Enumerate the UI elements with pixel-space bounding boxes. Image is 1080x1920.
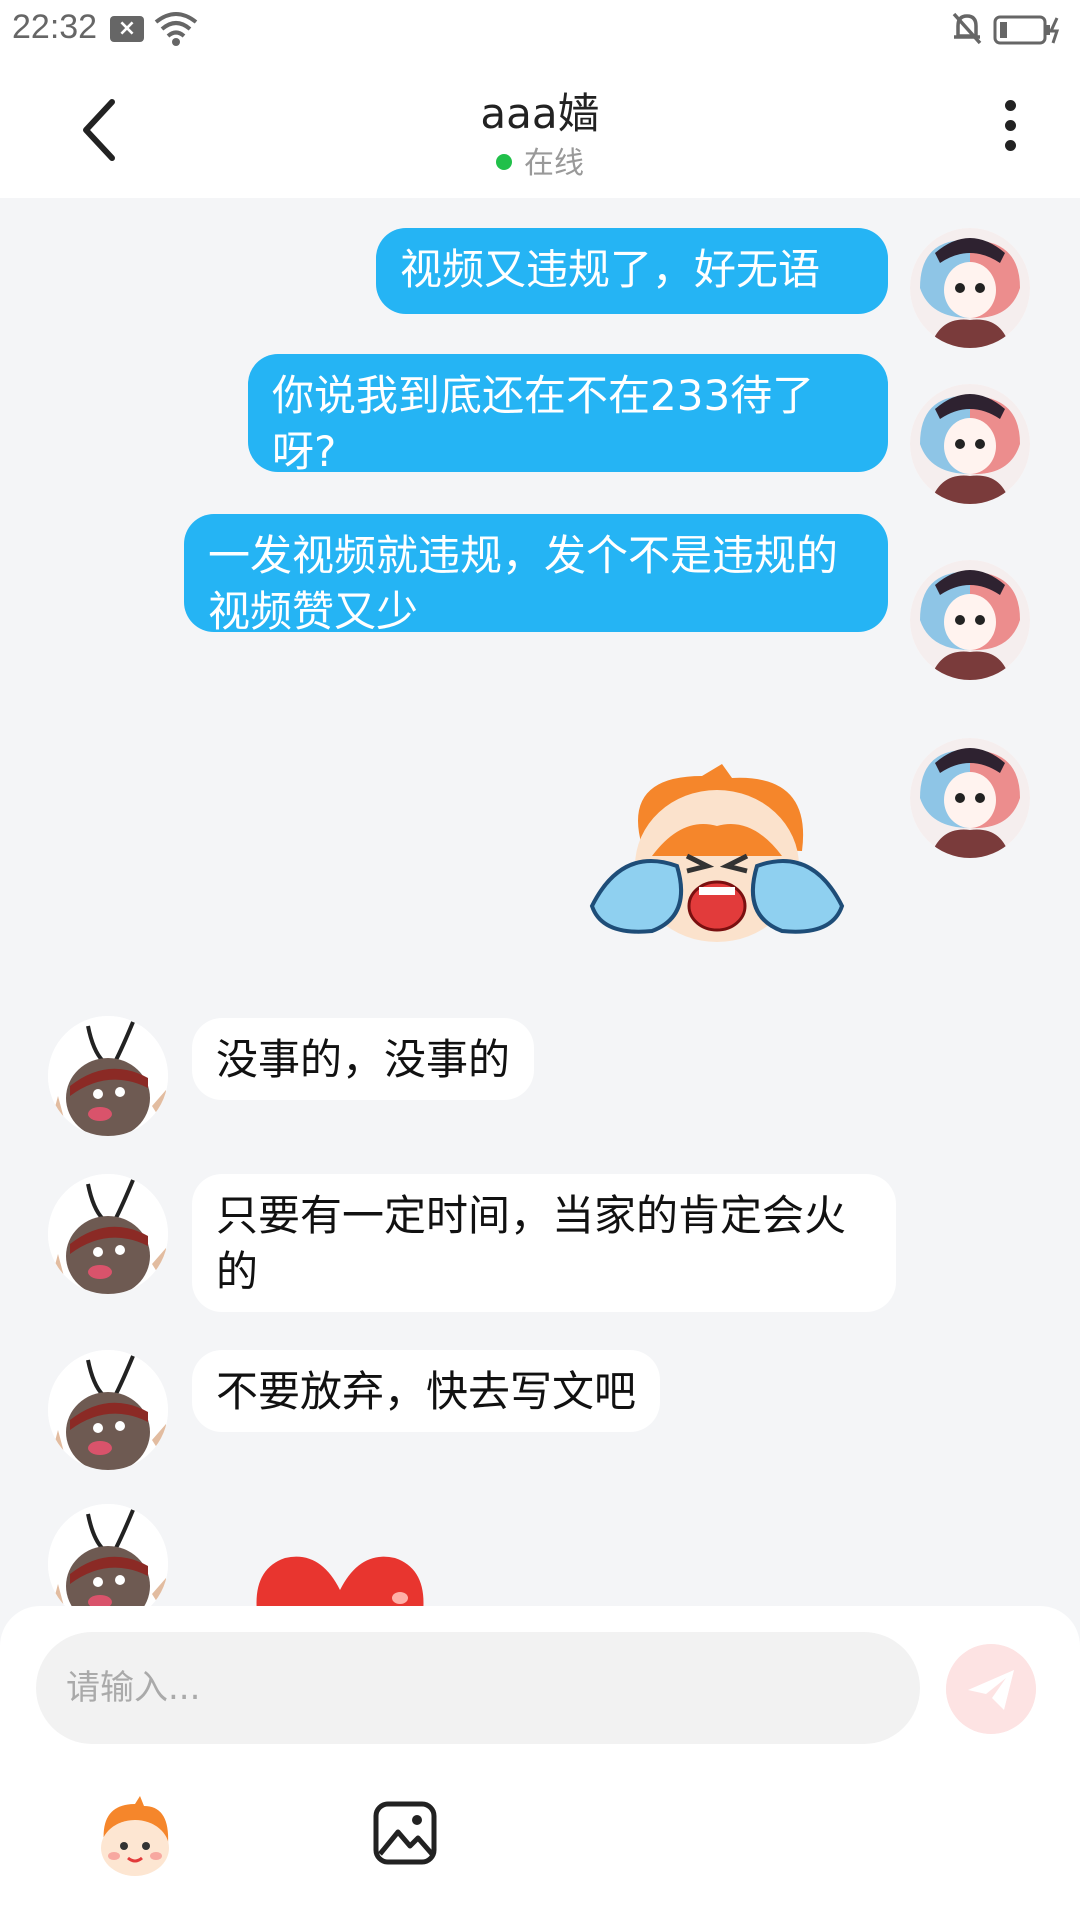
my-avatar[interactable] (910, 560, 1030, 680)
notification-icon: × (110, 16, 144, 42)
message-list: 视频又违规了，好无语 你说我到底还在不在233待了呀? 一发视频就违规，发个不是… (0, 198, 1080, 1606)
crying-sticker[interactable] (582, 756, 852, 956)
contact-name: aaa嫱 (480, 89, 600, 138)
online-dot-icon (496, 154, 512, 170)
online-status-label: 在线 (524, 146, 584, 181)
message-bubble-sent[interactable]: 一发视频就违规，发个不是违规的视频赞又少 (184, 514, 888, 636)
contact-avatar[interactable] (48, 1350, 168, 1470)
image-picker-icon[interactable] (372, 1800, 438, 1866)
heart-sticker[interactable] (250, 1550, 430, 1606)
composer-bar (0, 1606, 1080, 1920)
status-bar: 22:32 × (0, 0, 1080, 58)
message-bubble-sent[interactable]: 你说我到底还在不在233待了呀? (248, 354, 888, 476)
message-bubble-received[interactable]: 只要有一定时间，当家的肯定会火的 (192, 1174, 896, 1312)
more-options-button[interactable] (990, 94, 1030, 164)
wifi-icon (154, 12, 198, 46)
my-avatar[interactable] (910, 384, 1030, 504)
my-avatar[interactable] (910, 738, 1030, 858)
message-bubble-received[interactable]: 不要放弃，快去写文吧 (192, 1350, 661, 1432)
online-status: 在线 (0, 138, 1080, 182)
status-time: 22:32 (12, 8, 98, 46)
send-button[interactable] (946, 1644, 1036, 1734)
contact-avatar[interactable] (48, 1174, 168, 1294)
my-avatar[interactable] (910, 228, 1030, 348)
mute-bell-icon (952, 12, 982, 45)
battery-icon (993, 15, 1060, 45)
message-input[interactable] (36, 1632, 920, 1744)
contact-avatar[interactable] (48, 1016, 168, 1136)
message-bubble-received[interactable]: 没事的，没事的 (192, 1018, 535, 1100)
chat-header: aaa嫱 在线 (0, 58, 1080, 198)
message-bubble-sent[interactable]: 视频又违规了，好无语 (376, 228, 888, 314)
contact-avatar[interactable] (48, 1504, 168, 1606)
emoji-sticker-icon[interactable] (92, 1794, 178, 1880)
